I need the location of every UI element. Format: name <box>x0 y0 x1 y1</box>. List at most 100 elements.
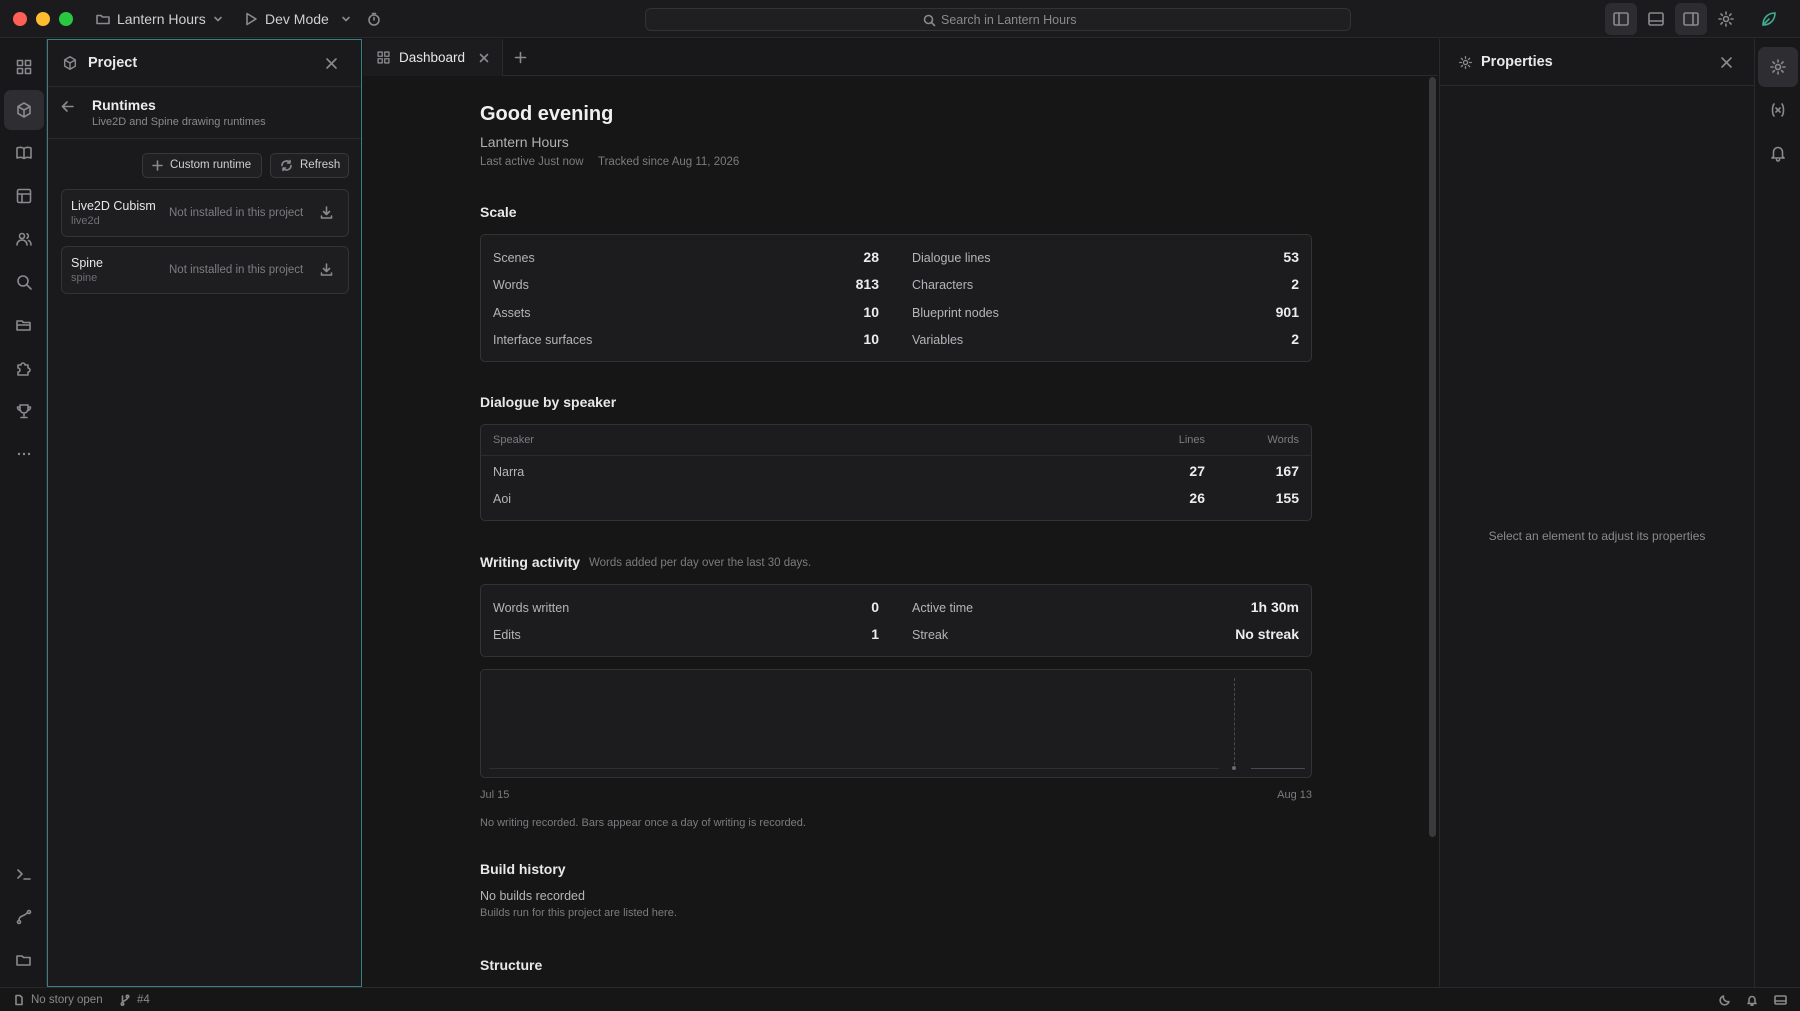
greeting-heading: Good evening <box>480 103 614 125</box>
stat-value: 0 <box>871 599 879 615</box>
status-bar: No story open #4 <box>0 987 1800 1011</box>
activity-project[interactable] <box>4 90 44 130</box>
activity-search[interactable] <box>4 262 44 302</box>
project-panel-header: Project <box>48 40 361 87</box>
speaker-lines: 27 <box>1189 463 1205 479</box>
stat-value: 2 <box>1291 331 1299 347</box>
chevron-down-icon[interactable] <box>341 14 351 24</box>
document-icon <box>15 994 23 1006</box>
activity-files[interactable] <box>4 305 44 345</box>
trophy-icon <box>16 404 32 419</box>
folder-open-icon <box>16 320 31 331</box>
chart-baseline <box>489 768 1219 769</box>
stat-label: Interface surfaces <box>493 333 593 347</box>
stat-label: Characters <box>912 278 974 292</box>
activity-more[interactable] <box>4 434 44 474</box>
download-icon[interactable] <box>319 262 334 277</box>
main-scrollbar-thumb[interactable] <box>1429 77 1436 837</box>
activity-bar <box>0 39 47 986</box>
runtimes-subtitle: Live2D and Spine drawing runtimes <box>92 116 266 128</box>
column-header: Lines <box>1178 434 1205 446</box>
properties-title: Properties <box>1481 54 1553 70</box>
cube-icon <box>17 102 31 118</box>
stat-value: 2 <box>1291 276 1299 292</box>
activity-plugins[interactable] <box>4 348 44 388</box>
runtime-name: Live2D Cubism <box>71 199 156 213</box>
ellipsis-icon <box>17 452 31 456</box>
toggle-right-panel-button[interactable] <box>1675 3 1707 35</box>
minimize-window-button[interactable] <box>36 12 50 26</box>
project-name-label[interactable]: Lantern Hours <box>117 11 206 27</box>
speaker-words: 167 <box>1275 463 1299 479</box>
folder-icon <box>16 955 31 966</box>
toggle-left-panel-button[interactable] <box>1605 3 1637 35</box>
right-rail <box>1754 39 1800 987</box>
refresh-button[interactable]: Refresh <box>270 153 349 178</box>
runtime-status: Not installed in this project <box>169 264 304 276</box>
mode-label[interactable]: Dev Mode <box>265 11 329 27</box>
branch-status[interactable]: #4 <box>137 994 150 1006</box>
close-icon[interactable] <box>325 57 338 70</box>
column-header: Words <box>1267 434 1299 446</box>
stat-value: 28 <box>863 249 879 265</box>
download-icon[interactable] <box>319 205 334 220</box>
cube-icon <box>63 56 77 70</box>
puzzle-icon <box>17 362 31 376</box>
runtime-id: spine <box>71 272 98 284</box>
editor-tab-bar: Dashboard <box>363 39 1438 76</box>
runtime-name: Spine <box>71 256 103 270</box>
sidebar-right-icon <box>1683 12 1699 26</box>
custom-runtime-button[interactable]: Custom runtime <box>142 153 262 178</box>
stat-value: 10 <box>863 331 879 347</box>
tab-dashboard[interactable]: Dashboard <box>363 39 503 76</box>
rail-variables[interactable] <box>1758 90 1798 130</box>
scale-card: Scenes 28 Words 813 Assets 10 Interface … <box>480 234 1312 362</box>
stat-label: Variables <box>912 333 964 347</box>
chevron-down-icon[interactable] <box>213 14 223 24</box>
zoom-window-button[interactable] <box>59 12 73 26</box>
rail-notifications[interactable] <box>1758 133 1798 173</box>
close-icon[interactable] <box>479 53 489 63</box>
runtime-card-spine[interactable]: Spine spine Not installed in this projec… <box>61 246 349 294</box>
back-arrow-icon[interactable] <box>60 99 75 114</box>
build-empty-subtitle: Builds run for this project are listed h… <box>480 907 677 919</box>
divider <box>481 455 1311 456</box>
stat-value: 1 <box>871 626 879 642</box>
bell-icon[interactable] <box>1746 994 1758 1006</box>
stat-label: Scenes <box>493 251 535 265</box>
tab-label: Dashboard <box>399 50 466 65</box>
close-window-button[interactable] <box>13 12 27 26</box>
runtime-card-live2d[interactable]: Live2D Cubism live2d Not installed in th… <box>61 189 349 237</box>
settings-button[interactable] <box>1710 3 1742 35</box>
close-icon[interactable] <box>1720 56 1733 69</box>
activity-layout[interactable] <box>4 176 44 216</box>
moon-icon[interactable] <box>1719 994 1731 1006</box>
last-active-text: Last active Just now <box>480 156 584 168</box>
activity-characters[interactable] <box>4 219 44 259</box>
refresh-icon <box>281 159 292 172</box>
stat-label: Active time <box>912 601 974 615</box>
activity-explorer[interactable] <box>4 940 44 980</box>
stat-value: 53 <box>1283 249 1299 265</box>
story-status[interactable]: No story open <box>31 994 103 1006</box>
project-switcher[interactable] <box>95 11 111 27</box>
sidebar-left-icon <box>1613 12 1629 26</box>
runtime-status: Not installed in this project <box>169 207 304 219</box>
panel-icon[interactable] <box>1774 994 1787 1006</box>
activity-dashboard[interactable] <box>4 47 44 87</box>
activity-routes[interactable] <box>4 897 44 937</box>
stat-label: Edits <box>493 628 521 642</box>
play-icon[interactable] <box>243 11 259 27</box>
gear-icon <box>1459 56 1472 69</box>
search-icon <box>17 275 32 290</box>
activity-achievements[interactable] <box>4 391 44 431</box>
activity-docs[interactable] <box>4 133 44 173</box>
toggle-bottom-panel-button[interactable] <box>1640 3 1672 35</box>
plus-icon[interactable] <box>514 51 527 64</box>
activity-terminal[interactable] <box>4 854 44 894</box>
panel-bottom-icon <box>1648 12 1664 26</box>
dialogue-table: Speaker Lines Words Narra 27 167 Aoi 26 … <box>480 424 1312 521</box>
search-input[interactable]: Search in Lantern Hours <box>645 8 1351 31</box>
rail-properties[interactable] <box>1758 47 1798 87</box>
timer-icon[interactable] <box>366 11 382 27</box>
